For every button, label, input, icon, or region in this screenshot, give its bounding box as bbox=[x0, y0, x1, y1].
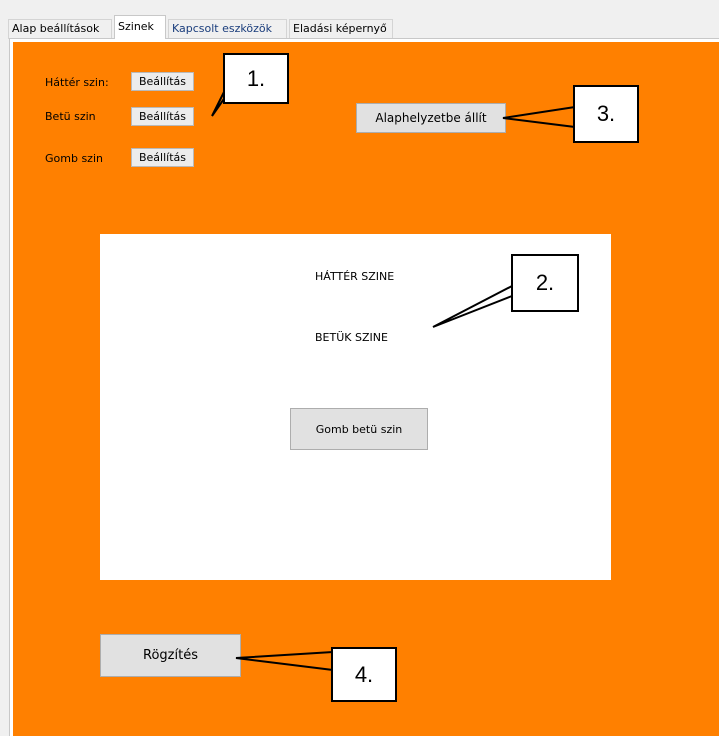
tab-connected-devices[interactable]: Kapcsolt eszközök bbox=[168, 19, 287, 39]
background-color-label: Háttér szin: bbox=[45, 76, 109, 89]
preview-background-text: HÁTTÉR SZINE bbox=[315, 270, 395, 283]
tab-colors[interactable]: Szinek bbox=[114, 15, 166, 39]
button-color-label: Gomb szin bbox=[45, 152, 103, 165]
callout-4: 4. bbox=[331, 647, 397, 702]
tab-sales-screen[interactable]: Eladási képernyő bbox=[289, 19, 393, 39]
save-button[interactable]: Rögzítés bbox=[100, 634, 241, 677]
callout-2: 2. bbox=[511, 254, 579, 312]
set-button-color-button[interactable]: Beállítás bbox=[131, 148, 194, 167]
tab-strip: Alap beállítások Szinek Kapcsolt eszközö… bbox=[0, 15, 719, 39]
callout-1: 1. bbox=[223, 53, 289, 104]
preview-letters-text: BETÜK SZINE bbox=[315, 331, 388, 344]
set-background-color-button[interactable]: Beállítás bbox=[131, 72, 194, 91]
text-color-label: Betü szin bbox=[45, 110, 96, 123]
tab-basic-settings[interactable]: Alap beállítások bbox=[8, 19, 112, 39]
callout-3: 3. bbox=[573, 85, 639, 143]
preview-button[interactable]: Gomb betü szin bbox=[290, 408, 428, 450]
set-text-color-button[interactable]: Beállítás bbox=[131, 107, 194, 126]
reset-defaults-button[interactable]: Alaphelyzetbe állít bbox=[356, 103, 506, 133]
